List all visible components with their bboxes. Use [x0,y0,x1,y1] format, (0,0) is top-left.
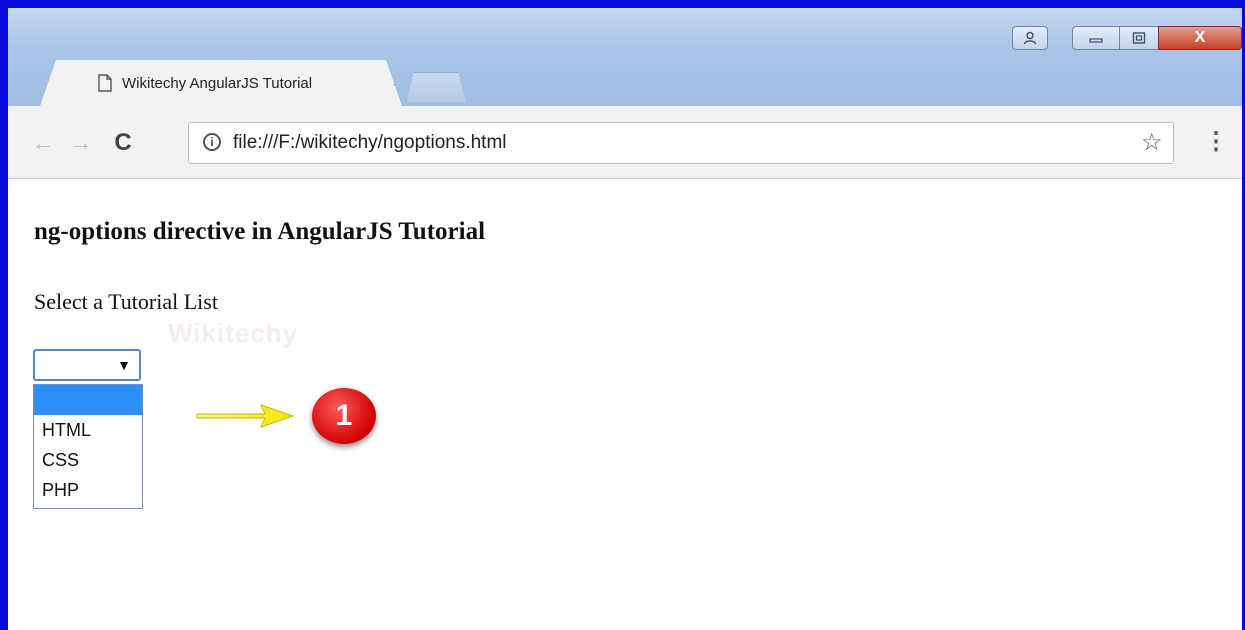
minimize-icon [1089,38,1103,43]
dropdown-arrow-icon: ▼ [117,357,131,373]
bookmark-star-icon[interactable]: ☆ [1141,129,1163,157]
close-icon: X [1194,29,1206,46]
select-dropdown-list: HTML CSS PHP [33,384,143,509]
forward-button[interactable]: → [70,132,92,154]
page-icon [98,74,112,92]
tutorial-select[interactable]: ▼ [33,349,141,381]
new-tab-button[interactable] [406,72,466,102]
browser-window: Wikitechy AngularJS Tutorial ✕ X ← → C i… [0,0,1245,630]
maximize-icon [1132,32,1146,44]
minimize-button[interactable] [1072,26,1120,50]
select-option-html[interactable]: HTML [34,415,142,445]
maximize-button[interactable] [1119,26,1159,50]
tab-title: Wikitechy AngularJS Tutorial [122,75,313,92]
page-heading: ng-options directive in AngularJS Tutori… [34,218,486,245]
select-option-empty[interactable] [34,385,142,415]
close-window-button[interactable]: X [1158,26,1242,50]
info-icon[interactable]: i [203,133,221,151]
select-label: Select a Tutorial List [34,289,218,314]
select-option-php[interactable]: PHP [34,475,142,505]
wikitechy-watermark: Wikitechy [168,318,299,348]
back-button[interactable]: ← [32,132,54,154]
browser-menu-icon[interactable]: ⋮ [1204,128,1228,156]
browser-toolbar: ← → C i file:///F:/wikitechy/ngoptions.h… [8,106,1242,179]
browser-tab[interactable]: Wikitechy AngularJS Tutorial ✕ [40,60,402,106]
pointer-arrow-icon [196,404,295,428]
url-text[interactable]: file:///F:/wikitechy/ngoptions.html [233,132,507,154]
select-option-css[interactable]: CSS [34,445,142,475]
address-bar[interactable]: i file:///F:/wikitechy/ngoptions.html ☆ [188,122,1174,164]
user-profile-button[interactable] [1012,26,1048,50]
step-number-badge: 1 [312,388,376,444]
tab-close-icon[interactable]: ✕ [390,72,402,90]
user-icon [1023,31,1037,45]
reload-button[interactable]: C [112,131,134,155]
title-bar: Wikitechy AngularJS Tutorial ✕ X [8,8,1242,106]
